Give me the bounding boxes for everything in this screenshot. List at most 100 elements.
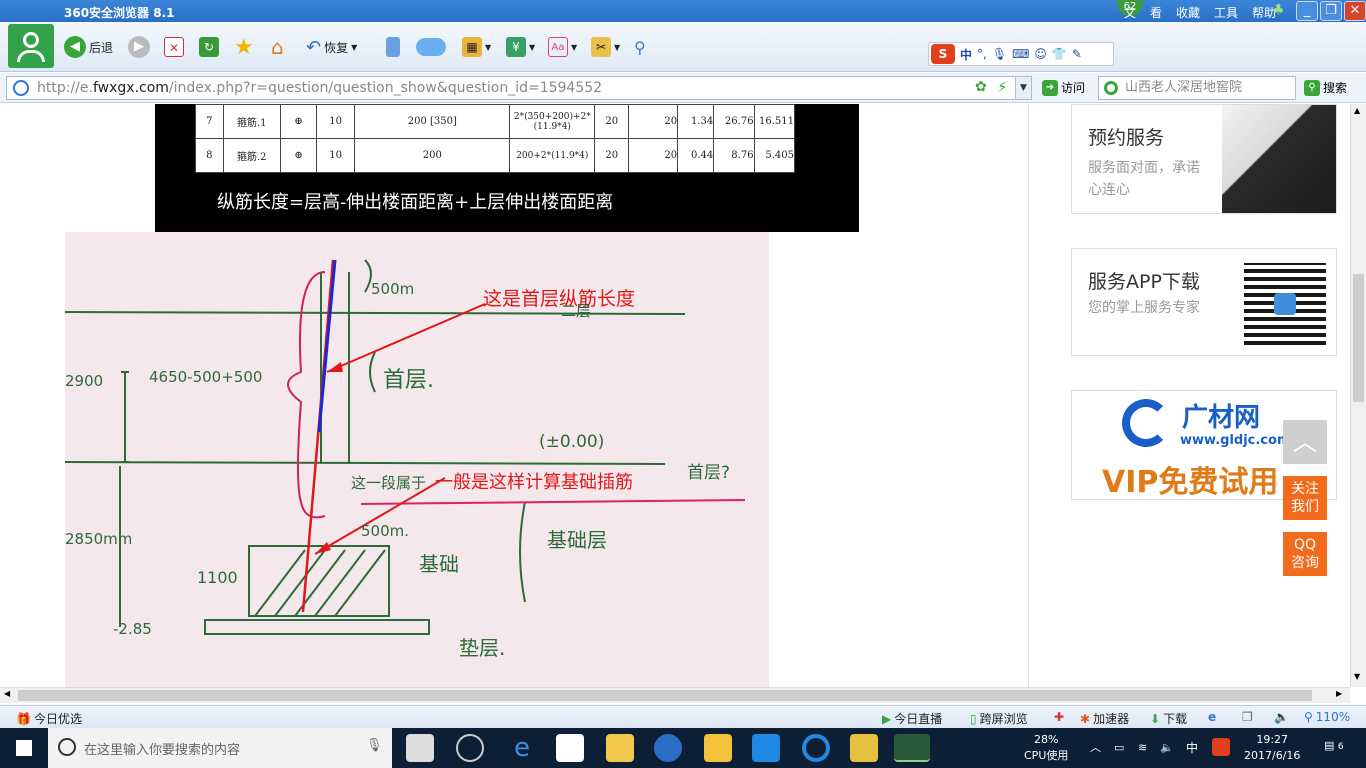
qq-consult-button[interactable]: QQ咨询 (1283, 532, 1327, 576)
taskbar-search-input[interactable]: 在这里输入你要搜索的内容 🎙 (48, 728, 392, 768)
question-image-table[interactable]: 7 箍筋.1 ⊕ 10 200 [350] 2*(350+200)+2*(11.… (155, 104, 859, 232)
taskbar-app-gtj[interactable] (802, 734, 830, 762)
live-label: 今日直播 (894, 712, 943, 726)
home-button[interactable]: ⌂ (271, 35, 284, 59)
taskbar-app-notes[interactable] (704, 734, 732, 762)
taskbar-app-butterfly[interactable] (406, 734, 434, 762)
security-button[interactable]: ¥ ▼ (506, 36, 535, 58)
clock[interactable]: 19:27 2017/6/16 (1244, 732, 1300, 764)
zoom-button[interactable]: ⚲ 110% (1304, 710, 1350, 724)
sogou-tray-icon[interactable] (1212, 738, 1230, 756)
scroll-thumb[interactable] (18, 690, 1312, 701)
qr-code-image[interactable] (1244, 263, 1326, 345)
keyboard-icon[interactable]: ⌨ (1012, 47, 1029, 61)
user-avatar[interactable] (8, 24, 54, 68)
favorites-button[interactable]: ★ (234, 35, 254, 60)
taskbar-app-store[interactable] (556, 734, 584, 762)
minimize-button[interactable]: _ (1296, 1, 1318, 21)
taskbar-app-gldjc[interactable] (654, 734, 682, 762)
hand-label: 垫层. (459, 636, 506, 660)
menu-tools[interactable]: 工具 (1214, 4, 1238, 21)
stop-icon: ✕ (164, 37, 184, 57)
tray-chevron-icon[interactable]: ︿ (1090, 740, 1101, 756)
scroll-thumb[interactable] (1353, 274, 1364, 402)
gldjc-logo-text: 广材网 (1182, 403, 1261, 433)
horizontal-scrollbar[interactable]: ◀ ▶ (0, 687, 1350, 703)
visit-label: 访问 (1061, 81, 1086, 95)
vertical-scrollbar[interactable]: ▲ ▼ (1350, 104, 1366, 687)
mic-icon[interactable]: 🎙 (992, 47, 1007, 61)
today-picks-button[interactable]: 🎁 今日优选 (16, 710, 82, 727)
phone-icon: ▯ (970, 711, 977, 726)
taskbar-app-explorer[interactable] (606, 734, 634, 762)
translate-button[interactable]: Aa ▼ (548, 36, 577, 58)
table-cell: 200 [350] (354, 104, 511, 139)
refresh-button[interactable]: ↻ (199, 36, 219, 58)
skin-shirt-icon[interactable]: 👕 (1052, 47, 1067, 61)
scroll-right-icon[interactable]: ▶ (1336, 689, 1342, 698)
taskbar-app-help[interactable] (850, 734, 878, 762)
back-button[interactable]: ◀ 后退 (64, 36, 113, 58)
forward-button[interactable]: ▶ (128, 36, 150, 58)
taskbar-app-glodon[interactable] (752, 734, 780, 762)
volume-button[interactable]: 🔈 (1274, 710, 1289, 724)
ime-lang[interactable]: 中 (960, 46, 972, 63)
scroll-left-icon[interactable]: ◀ (4, 689, 10, 698)
table-cell: 16.511 (753, 104, 796, 139)
ime-toolbar[interactable]: S 中 °, 🎙 ⌨ ☺ 👕 ✎ (928, 42, 1114, 66)
medical-button[interactable]: ✚ (1054, 710, 1064, 724)
cpu-usage[interactable]: 28% CPU使用 (1024, 732, 1068, 764)
title-menu: 文 看 收藏 工具 帮助 (1124, 4, 1276, 21)
wifi-icon[interactable]: ≋ (1138, 740, 1147, 756)
ime-indicator[interactable]: 中 (1186, 740, 1198, 756)
mobile-button[interactable] (386, 36, 400, 58)
hand-sketch-image[interactable]: 这是首层纵筋长度 一般是这样计算基础插筋 500m 二层 2900 4650-5… (65, 232, 769, 687)
action-center-button[interactable]: ▤ 6 (1324, 738, 1344, 755)
scroll-down-icon[interactable]: ▼ (1354, 672, 1360, 681)
restore-button[interactable]: ↶ 恢复 ▼ (306, 36, 357, 58)
booking-service-card[interactable]: 预约服务 服务面对面，承诺心连心 (1071, 104, 1337, 214)
accelerator-button[interactable]: ✱ 加速器 (1080, 710, 1129, 727)
follow-us-button[interactable]: 关注我们 (1283, 476, 1327, 520)
taskbar-app-hammer[interactable] (456, 734, 484, 762)
maximize-button[interactable]: ❐ (1320, 1, 1342, 21)
app-download-card[interactable]: 服务APP下载 您的掌上服务专家 (1071, 248, 1337, 356)
menu-view[interactable]: 看 (1150, 4, 1162, 21)
loading-icon: ✿ (975, 79, 987, 95)
table-cell: 20 (628, 138, 679, 173)
apps-button[interactable]: ▦ ▼ (462, 36, 491, 58)
table-cell: 8 (195, 138, 224, 173)
zoom-tool-button[interactable]: ⚲ (634, 36, 646, 58)
window-mode-button[interactable]: ❐ (1242, 710, 1253, 724)
search-button[interactable]: ⚲ 搜索 (1304, 79, 1347, 96)
wrench-icon[interactable]: ✎ (1072, 47, 1082, 61)
search-input[interactable]: 山西老人深居地窖院 (1098, 76, 1296, 100)
menu-file[interactable]: 文 (1124, 4, 1136, 21)
cloud-button[interactable] (416, 36, 446, 58)
url-input[interactable]: http://e. fwxgx.com/index.php?r=question/… (6, 76, 1032, 100)
cross-screen-button[interactable]: ▯ 跨屏浏览 (970, 710, 1028, 727)
restore-label: 恢复 (324, 40, 349, 55)
user-icon[interactable]: ☺ (1034, 47, 1047, 61)
hand-label: 2850mm (65, 530, 133, 548)
close-button[interactable]: ✕ (1344, 1, 1366, 21)
punct-icon[interactable]: °, (977, 47, 987, 61)
url-dropdown-icon[interactable]: ▼ (1015, 77, 1031, 99)
ie-mode-button[interactable]: e (1208, 710, 1216, 724)
download-button[interactable]: ⬇ 下载 (1150, 710, 1187, 727)
screenshot-button[interactable]: ✂ ▼ (591, 36, 620, 58)
microphone-icon[interactable]: 🎙 (366, 738, 383, 753)
live-button[interactable]: ▶ 今日直播 (882, 710, 942, 727)
start-button[interactable] (0, 728, 48, 768)
table-cell: ⊕ (279, 138, 318, 173)
volume-icon[interactable]: 🔈 (1160, 740, 1174, 756)
scroll-up-icon[interactable]: ▲ (1354, 106, 1360, 115)
battery-icon[interactable]: ▭ (1114, 740, 1124, 756)
taskbar-app-edge[interactable]: e (508, 734, 536, 762)
skin-icon[interactable]: ♣ (1272, 2, 1285, 18)
taskbar-app-360browser[interactable] (894, 734, 930, 762)
menu-favorites[interactable]: 收藏 (1176, 4, 1200, 21)
stop-button[interactable]: ✕ (164, 36, 184, 58)
visit-button[interactable]: ➜ 访问 (1042, 79, 1085, 96)
back-to-top-button[interactable]: ︿ (1283, 420, 1327, 464)
